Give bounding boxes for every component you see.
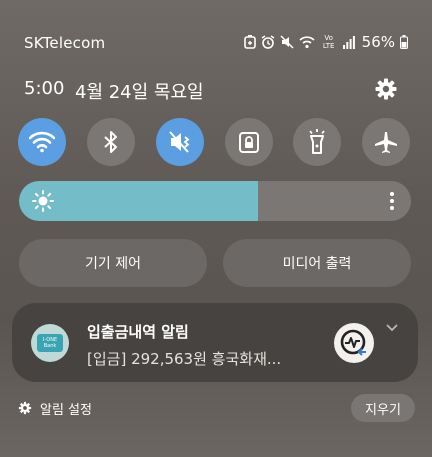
flashlight-tile[interactable] xyxy=(293,118,341,166)
bank-app-icon: I-ONE Bank xyxy=(31,324,69,362)
mute-vibrate-icon xyxy=(169,131,190,153)
device-control-label: 기기 제어 xyxy=(85,256,141,272)
device-control-button[interactable]: 기기 제어 xyxy=(19,239,207,287)
more-options-icon[interactable] xyxy=(389,191,395,211)
notification-card[interactable]: I-ONE Bank 입출금내역 알림 [입금] 292,563원 흥국화재..… xyxy=(12,303,418,382)
media-output-label: 미디어 출력 xyxy=(282,256,352,272)
sun-icon xyxy=(31,189,55,213)
clock[interactable]: 5:00 xyxy=(24,78,64,99)
date[interactable]: 4월 24일 목요일 xyxy=(75,78,204,104)
volte-icon: Vo LTE xyxy=(322,34,335,50)
mute-icon xyxy=(280,35,294,49)
airplane-mode-tile[interactable] xyxy=(362,118,410,166)
bank-app-icon-text-2: Bank xyxy=(43,343,57,349)
brightness-slider[interactable] xyxy=(19,181,411,221)
bluetooth-tile[interactable] xyxy=(87,118,135,166)
settings-gear-icon[interactable] xyxy=(374,77,398,101)
bluetooth-icon xyxy=(104,131,117,153)
notification-title: 입출금내역 알림 xyxy=(87,323,189,341)
notification-thumbnail-icon xyxy=(334,323,374,363)
wifi-icon xyxy=(29,131,55,153)
chevron-down-icon[interactable] xyxy=(385,320,399,334)
flashlight-icon xyxy=(309,129,325,154)
signal-icon xyxy=(342,35,355,49)
airplane-icon xyxy=(375,132,397,153)
clear-label: 지우기 xyxy=(365,402,401,418)
alarm-icon xyxy=(261,35,275,49)
sound-mute-tile[interactable] xyxy=(156,118,204,166)
wifi-tile[interactable] xyxy=(18,118,66,166)
battery-saver-icon xyxy=(243,35,256,49)
notification-body: [입금] 292,563원 흥국화재... xyxy=(87,350,282,368)
screen-lock-tile[interactable] xyxy=(225,118,273,166)
notification-settings-gear-icon[interactable] xyxy=(18,400,32,415)
status-icons: Vo LTE 56% xyxy=(243,33,408,51)
lock-icon xyxy=(239,132,259,153)
wifi-calling-icon xyxy=(299,35,315,49)
battery-icon xyxy=(400,35,408,49)
notification-settings-link[interactable]: 알림 설정 xyxy=(40,399,92,418)
carrier-name: SKTelecom xyxy=(24,34,106,52)
clear-button[interactable]: 지우기 xyxy=(351,394,415,422)
battery-percent: 56% xyxy=(361,33,395,51)
media-output-button[interactable]: 미디어 출력 xyxy=(223,239,411,287)
